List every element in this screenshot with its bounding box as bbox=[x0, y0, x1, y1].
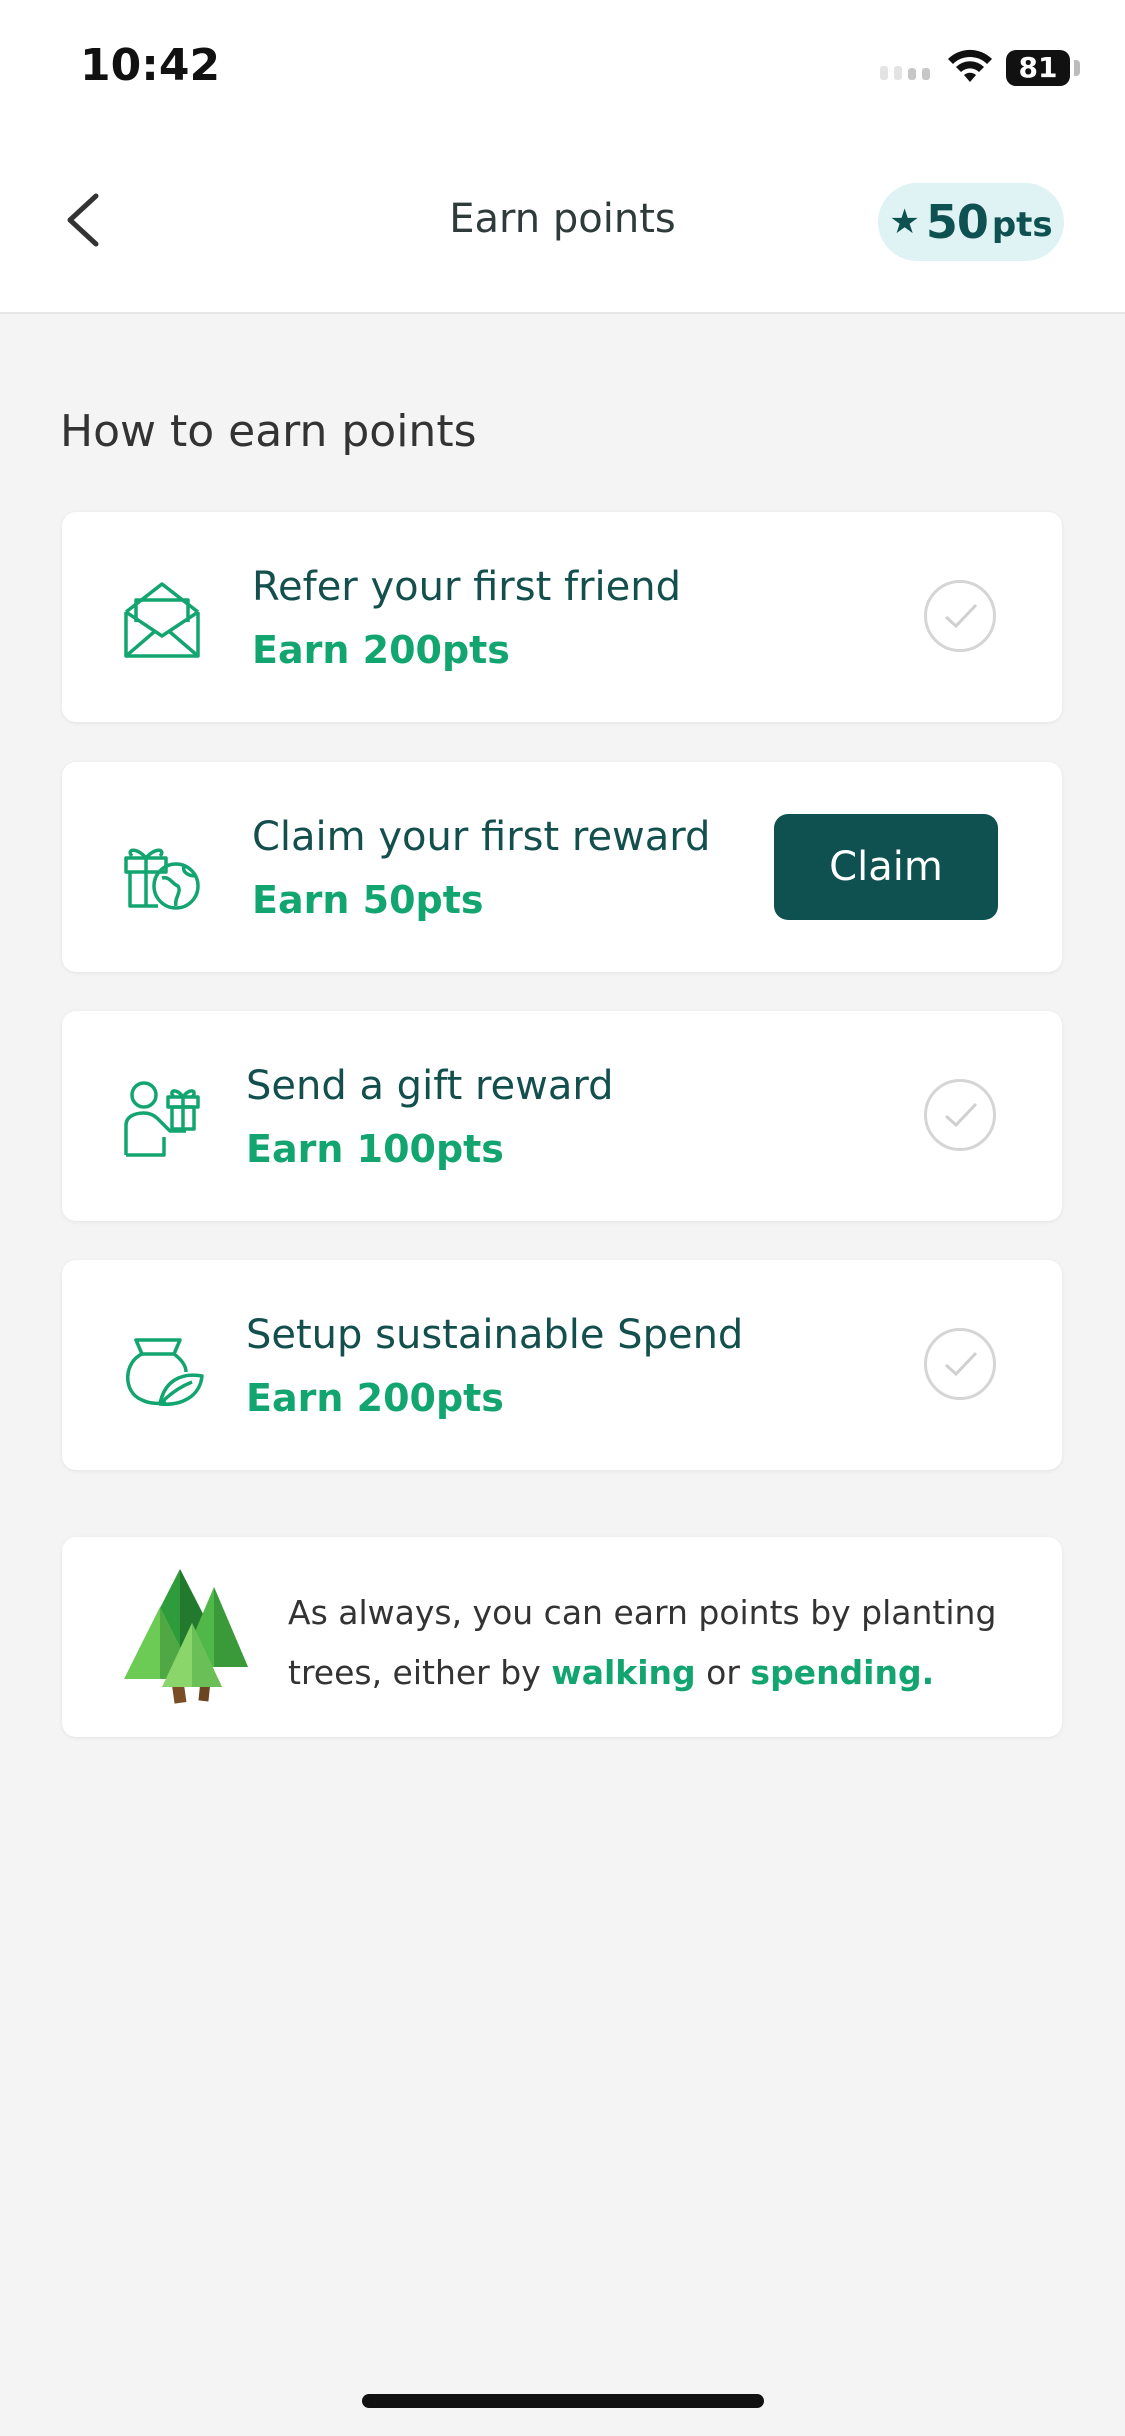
task-earn: Earn 50pts bbox=[252, 878, 484, 922]
check-circle-icon bbox=[924, 1328, 996, 1400]
check-circle-icon bbox=[924, 580, 996, 652]
task-card-claim-reward[interactable]: Claim your first reward Earn 50pts Claim bbox=[62, 762, 1062, 972]
task-card-send-gift[interactable]: Send a gift reward Earn 100pts bbox=[62, 1011, 1062, 1221]
points-badge[interactable]: ★ 50 pts bbox=[878, 183, 1064, 261]
leaf-pot-icon bbox=[126, 1338, 204, 1406]
claim-button[interactable]: Claim bbox=[774, 814, 998, 920]
task-title: Setup sustainable Spend bbox=[246, 1312, 744, 1358]
info-text-middle: or bbox=[695, 1653, 751, 1692]
nav-bar: Earn points ★ 50 pts bbox=[0, 140, 1125, 314]
spending-link[interactable]: spending. bbox=[750, 1653, 934, 1692]
home-indicator bbox=[362, 2394, 764, 2408]
battery-tip bbox=[1074, 60, 1080, 76]
task-card-sustainable-spend[interactable]: Setup sustainable Spend Earn 200pts bbox=[62, 1260, 1062, 1470]
wifi-icon bbox=[948, 49, 992, 82]
status-bar: 10:42 81 bbox=[0, 0, 1125, 140]
star-icon: ★ bbox=[889, 202, 920, 242]
task-earn: Earn 200pts bbox=[246, 1376, 504, 1420]
walking-link[interactable]: walking bbox=[551, 1653, 695, 1692]
info-card: As always, you can earn points by planti… bbox=[62, 1537, 1062, 1737]
check-circle-icon bbox=[924, 1079, 996, 1151]
status-time: 10:42 bbox=[80, 40, 221, 91]
envelope-icon bbox=[124, 582, 200, 658]
section-title: How to earn points bbox=[60, 406, 477, 457]
task-card-refer-friend[interactable]: Refer your first friend Earn 200pts bbox=[62, 512, 1062, 722]
task-earn: Earn 200pts bbox=[252, 628, 510, 672]
signal-icon bbox=[880, 66, 930, 80]
task-title: Claim your first reward bbox=[252, 814, 711, 860]
task-title: Refer your first friend bbox=[252, 564, 681, 610]
points-value: 50 bbox=[925, 195, 989, 249]
gift-globe-icon bbox=[124, 848, 200, 910]
task-title: Send a gift reward bbox=[246, 1063, 614, 1109]
info-text: As always, you can earn points by planti… bbox=[288, 1583, 1028, 1703]
person-gift-icon bbox=[124, 1081, 200, 1157]
tree-illustration-icon bbox=[124, 1569, 248, 1704]
battery-icon: 81 bbox=[1006, 50, 1070, 86]
task-earn: Earn 100pts bbox=[246, 1127, 504, 1171]
points-unit: pts bbox=[991, 205, 1053, 245]
